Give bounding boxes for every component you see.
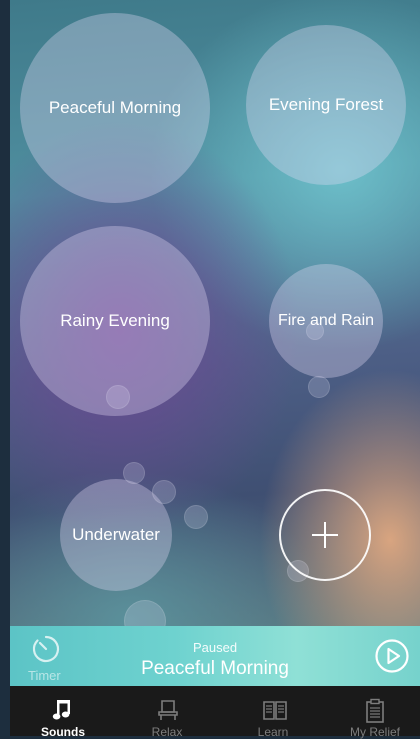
tab-my-relief[interactable]: My Relief bbox=[330, 686, 420, 739]
sound-bubble-rainy-evening[interactable]: Rainy Evening bbox=[20, 226, 210, 416]
sound-label: Underwater bbox=[72, 525, 160, 544]
decorative-bubble bbox=[184, 505, 208, 529]
tab-label: My Relief bbox=[349, 725, 400, 739]
tab-label: Sounds bbox=[41, 725, 85, 739]
tab-sounds[interactable]: Sounds bbox=[18, 686, 108, 739]
sound-label: Rainy Evening bbox=[60, 311, 170, 330]
sound-label: Evening Forest bbox=[268, 95, 384, 114]
tab-relax[interactable]: Relax bbox=[122, 686, 212, 739]
now-playing-bar: Timer Paused Peaceful Morning bbox=[10, 626, 420, 686]
playback-status: Paused bbox=[192, 640, 238, 655]
sound-bubble-underwater[interactable]: Underwater bbox=[60, 479, 172, 591]
sound-label: Peaceful Morning bbox=[48, 98, 182, 117]
book-icon bbox=[263, 701, 287, 720]
play-icon[interactable] bbox=[374, 638, 410, 674]
sound-bubble-peaceful-morning[interactable]: Peaceful Morning bbox=[20, 13, 210, 203]
tab-label: Relax bbox=[151, 725, 183, 739]
tab-bar: Sounds Relax Learn My Relief bbox=[10, 686, 420, 739]
music-note-icon bbox=[52, 700, 70, 720]
sound-label: Fire and Rain bbox=[277, 312, 375, 329]
add-sound-button[interactable] bbox=[279, 489, 371, 581]
sound-bubble-fire-and-rain[interactable]: Fire and Rain bbox=[269, 264, 383, 378]
lounge-chair-icon bbox=[158, 700, 178, 720]
sound-bubble-evening-forest[interactable]: Evening Forest bbox=[246, 25, 406, 185]
tab-label: Learn bbox=[257, 725, 289, 739]
now-playing-title: Peaceful Morning bbox=[141, 658, 289, 679]
decorative-bubble bbox=[308, 376, 330, 398]
clipboard-icon bbox=[366, 698, 384, 723]
tab-learn[interactable]: Learn bbox=[228, 686, 318, 739]
